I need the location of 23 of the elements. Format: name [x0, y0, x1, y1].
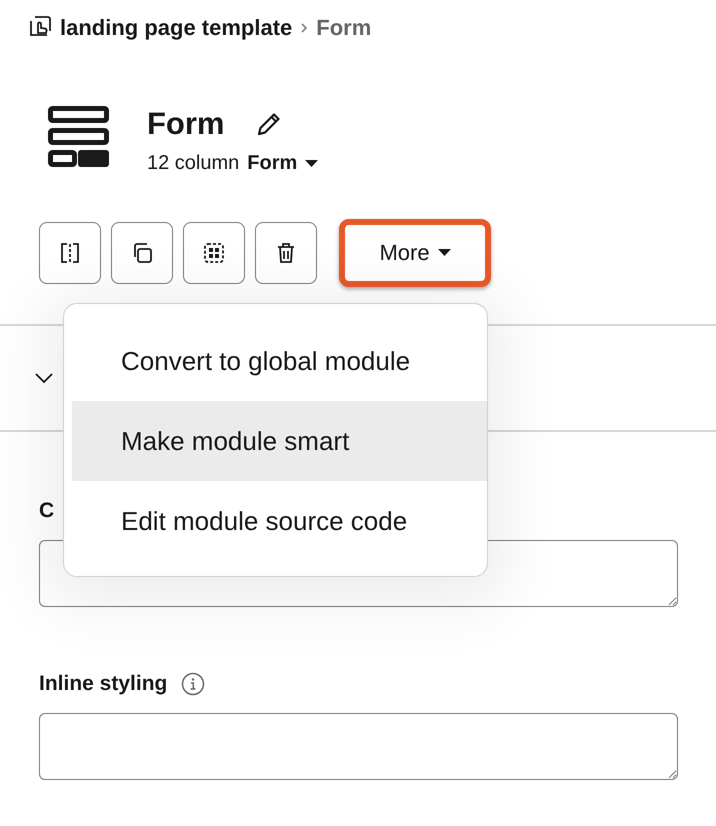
form-module-icon — [48, 106, 109, 167]
chevron-right-icon — [300, 22, 308, 34]
toolbar-button[interactable] — [39, 222, 101, 284]
split-icon — [58, 241, 82, 265]
toolbar-button[interactable] — [183, 222, 245, 284]
field-label: Inline styling — [39, 672, 168, 696]
caret-icon — [438, 249, 451, 257]
column-layout-dropdown[interactable]: 12 column Form — [147, 152, 318, 175]
toolbar-button[interactable] — [255, 222, 317, 284]
module-title: Form — [147, 106, 224, 142]
breadcrumb-item[interactable]: landing page template — [60, 15, 292, 41]
text-area[interactable] — [39, 713, 678, 780]
more-button[interactable]: More — [339, 219, 491, 287]
toolbar-button[interactable] — [111, 222, 173, 284]
info-icon[interactable] — [181, 672, 206, 696]
menu-item[interactable]: Edit module source code — [72, 481, 487, 561]
select-grid-icon — [202, 241, 226, 265]
caret-icon — [305, 160, 318, 168]
chevron-down-icon[interactable] — [34, 372, 54, 384]
breadcrumb-item: Form — [316, 15, 372, 41]
menu-item[interactable]: Make module smart — [72, 401, 487, 481]
menu-item[interactable]: Convert to global module — [72, 321, 487, 401]
field-label: C — [39, 499, 54, 523]
